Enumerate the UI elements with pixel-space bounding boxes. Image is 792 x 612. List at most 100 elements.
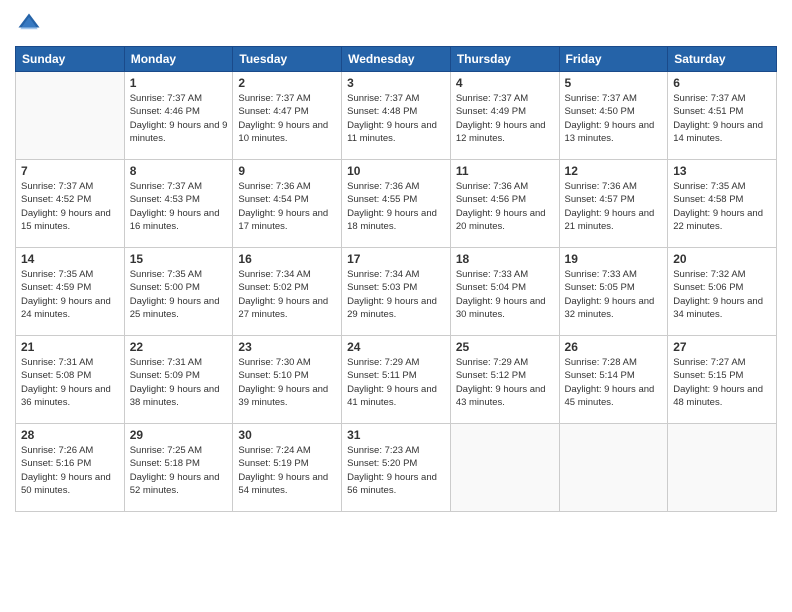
day-info: Sunrise: 7:37 AMSunset: 4:46 PMDaylight:… bbox=[130, 92, 228, 145]
day-info: Sunrise: 7:35 AMSunset: 4:59 PMDaylight:… bbox=[21, 268, 119, 321]
day-info: Sunrise: 7:35 AMSunset: 4:58 PMDaylight:… bbox=[673, 180, 771, 233]
calendar-day-cell: 11 Sunrise: 7:36 AMSunset: 4:56 PMDaylig… bbox=[450, 160, 559, 248]
day-info: Sunrise: 7:23 AMSunset: 5:20 PMDaylight:… bbox=[347, 444, 445, 497]
calendar-day-cell: 30 Sunrise: 7:24 AMSunset: 5:19 PMDaylig… bbox=[233, 424, 342, 512]
day-number: 11 bbox=[456, 164, 554, 178]
day-number: 4 bbox=[456, 76, 554, 90]
calendar-day-cell: 20 Sunrise: 7:32 AMSunset: 5:06 PMDaylig… bbox=[668, 248, 777, 336]
day-info: Sunrise: 7:36 AMSunset: 4:55 PMDaylight:… bbox=[347, 180, 445, 233]
day-number: 29 bbox=[130, 428, 228, 442]
calendar-day-cell: 14 Sunrise: 7:35 AMSunset: 4:59 PMDaylig… bbox=[16, 248, 125, 336]
day-number: 28 bbox=[21, 428, 119, 442]
calendar-day-cell: 6 Sunrise: 7:37 AMSunset: 4:51 PMDayligh… bbox=[668, 72, 777, 160]
page-container: SundayMondayTuesdayWednesdayThursdayFrid… bbox=[0, 0, 792, 612]
calendar-day-cell: 9 Sunrise: 7:36 AMSunset: 4:54 PMDayligh… bbox=[233, 160, 342, 248]
day-info: Sunrise: 7:29 AMSunset: 5:11 PMDaylight:… bbox=[347, 356, 445, 409]
logo-icon bbox=[15, 10, 43, 38]
day-number: 5 bbox=[565, 76, 663, 90]
calendar-day-cell: 21 Sunrise: 7:31 AMSunset: 5:08 PMDaylig… bbox=[16, 336, 125, 424]
day-info: Sunrise: 7:31 AMSunset: 5:09 PMDaylight:… bbox=[130, 356, 228, 409]
calendar-day-header: Thursday bbox=[450, 47, 559, 72]
day-info: Sunrise: 7:30 AMSunset: 5:10 PMDaylight:… bbox=[238, 356, 336, 409]
header bbox=[15, 10, 777, 38]
day-info: Sunrise: 7:34 AMSunset: 5:03 PMDaylight:… bbox=[347, 268, 445, 321]
calendar-day-header: Tuesday bbox=[233, 47, 342, 72]
calendar-day-cell: 7 Sunrise: 7:37 AMSunset: 4:52 PMDayligh… bbox=[16, 160, 125, 248]
calendar-table: SundayMondayTuesdayWednesdayThursdayFrid… bbox=[15, 46, 777, 512]
calendar-week-row: 14 Sunrise: 7:35 AMSunset: 4:59 PMDaylig… bbox=[16, 248, 777, 336]
calendar-day-cell: 23 Sunrise: 7:30 AMSunset: 5:10 PMDaylig… bbox=[233, 336, 342, 424]
calendar-day-cell bbox=[16, 72, 125, 160]
calendar-day-header: Wednesday bbox=[342, 47, 451, 72]
calendar-day-cell: 27 Sunrise: 7:27 AMSunset: 5:15 PMDaylig… bbox=[668, 336, 777, 424]
day-info: Sunrise: 7:28 AMSunset: 5:14 PMDaylight:… bbox=[565, 356, 663, 409]
day-number: 26 bbox=[565, 340, 663, 354]
calendar-week-row: 7 Sunrise: 7:37 AMSunset: 4:52 PMDayligh… bbox=[16, 160, 777, 248]
day-number: 17 bbox=[347, 252, 445, 266]
day-info: Sunrise: 7:37 AMSunset: 4:50 PMDaylight:… bbox=[565, 92, 663, 145]
calendar-week-row: 1 Sunrise: 7:37 AMSunset: 4:46 PMDayligh… bbox=[16, 72, 777, 160]
day-info: Sunrise: 7:34 AMSunset: 5:02 PMDaylight:… bbox=[238, 268, 336, 321]
calendar-day-cell: 4 Sunrise: 7:37 AMSunset: 4:49 PMDayligh… bbox=[450, 72, 559, 160]
day-info: Sunrise: 7:37 AMSunset: 4:49 PMDaylight:… bbox=[456, 92, 554, 145]
day-number: 12 bbox=[565, 164, 663, 178]
calendar-day-cell: 25 Sunrise: 7:29 AMSunset: 5:12 PMDaylig… bbox=[450, 336, 559, 424]
day-number: 22 bbox=[130, 340, 228, 354]
day-info: Sunrise: 7:37 AMSunset: 4:52 PMDaylight:… bbox=[21, 180, 119, 233]
day-info: Sunrise: 7:27 AMSunset: 5:15 PMDaylight:… bbox=[673, 356, 771, 409]
calendar-day-cell: 3 Sunrise: 7:37 AMSunset: 4:48 PMDayligh… bbox=[342, 72, 451, 160]
day-info: Sunrise: 7:37 AMSunset: 4:51 PMDaylight:… bbox=[673, 92, 771, 145]
calendar-day-cell: 1 Sunrise: 7:37 AMSunset: 4:46 PMDayligh… bbox=[124, 72, 233, 160]
day-info: Sunrise: 7:31 AMSunset: 5:08 PMDaylight:… bbox=[21, 356, 119, 409]
calendar-day-cell: 10 Sunrise: 7:36 AMSunset: 4:55 PMDaylig… bbox=[342, 160, 451, 248]
calendar-day-header: Saturday bbox=[668, 47, 777, 72]
calendar-day-cell: 29 Sunrise: 7:25 AMSunset: 5:18 PMDaylig… bbox=[124, 424, 233, 512]
day-info: Sunrise: 7:36 AMSunset: 4:56 PMDaylight:… bbox=[456, 180, 554, 233]
calendar-day-cell: 26 Sunrise: 7:28 AMSunset: 5:14 PMDaylig… bbox=[559, 336, 668, 424]
day-info: Sunrise: 7:37 AMSunset: 4:47 PMDaylight:… bbox=[238, 92, 336, 145]
calendar-header-row: SundayMondayTuesdayWednesdayThursdayFrid… bbox=[16, 47, 777, 72]
calendar-day-cell: 28 Sunrise: 7:26 AMSunset: 5:16 PMDaylig… bbox=[16, 424, 125, 512]
calendar-day-cell: 8 Sunrise: 7:37 AMSunset: 4:53 PMDayligh… bbox=[124, 160, 233, 248]
day-number: 30 bbox=[238, 428, 336, 442]
day-number: 31 bbox=[347, 428, 445, 442]
calendar-day-cell: 24 Sunrise: 7:29 AMSunset: 5:11 PMDaylig… bbox=[342, 336, 451, 424]
calendar-day-cell: 19 Sunrise: 7:33 AMSunset: 5:05 PMDaylig… bbox=[559, 248, 668, 336]
day-info: Sunrise: 7:24 AMSunset: 5:19 PMDaylight:… bbox=[238, 444, 336, 497]
day-info: Sunrise: 7:26 AMSunset: 5:16 PMDaylight:… bbox=[21, 444, 119, 497]
day-number: 2 bbox=[238, 76, 336, 90]
calendar-day-cell bbox=[668, 424, 777, 512]
calendar-week-row: 21 Sunrise: 7:31 AMSunset: 5:08 PMDaylig… bbox=[16, 336, 777, 424]
calendar-day-cell: 31 Sunrise: 7:23 AMSunset: 5:20 PMDaylig… bbox=[342, 424, 451, 512]
day-number: 3 bbox=[347, 76, 445, 90]
day-number: 7 bbox=[21, 164, 119, 178]
day-number: 10 bbox=[347, 164, 445, 178]
day-number: 25 bbox=[456, 340, 554, 354]
day-number: 9 bbox=[238, 164, 336, 178]
calendar-week-row: 28 Sunrise: 7:26 AMSunset: 5:16 PMDaylig… bbox=[16, 424, 777, 512]
calendar-day-cell: 17 Sunrise: 7:34 AMSunset: 5:03 PMDaylig… bbox=[342, 248, 451, 336]
day-number: 8 bbox=[130, 164, 228, 178]
day-number: 27 bbox=[673, 340, 771, 354]
calendar-day-cell: 22 Sunrise: 7:31 AMSunset: 5:09 PMDaylig… bbox=[124, 336, 233, 424]
day-number: 23 bbox=[238, 340, 336, 354]
calendar-day-cell bbox=[450, 424, 559, 512]
day-info: Sunrise: 7:37 AMSunset: 4:48 PMDaylight:… bbox=[347, 92, 445, 145]
day-info: Sunrise: 7:25 AMSunset: 5:18 PMDaylight:… bbox=[130, 444, 228, 497]
day-info: Sunrise: 7:36 AMSunset: 4:57 PMDaylight:… bbox=[565, 180, 663, 233]
day-number: 15 bbox=[130, 252, 228, 266]
calendar-day-cell: 5 Sunrise: 7:37 AMSunset: 4:50 PMDayligh… bbox=[559, 72, 668, 160]
calendar-day-cell: 16 Sunrise: 7:34 AMSunset: 5:02 PMDaylig… bbox=[233, 248, 342, 336]
day-number: 18 bbox=[456, 252, 554, 266]
calendar-day-cell: 18 Sunrise: 7:33 AMSunset: 5:04 PMDaylig… bbox=[450, 248, 559, 336]
calendar-day-cell: 2 Sunrise: 7:37 AMSunset: 4:47 PMDayligh… bbox=[233, 72, 342, 160]
logo bbox=[15, 10, 47, 38]
calendar-day-cell: 13 Sunrise: 7:35 AMSunset: 4:58 PMDaylig… bbox=[668, 160, 777, 248]
calendar-day-header: Friday bbox=[559, 47, 668, 72]
calendar-day-cell: 12 Sunrise: 7:36 AMSunset: 4:57 PMDaylig… bbox=[559, 160, 668, 248]
day-info: Sunrise: 7:33 AMSunset: 5:05 PMDaylight:… bbox=[565, 268, 663, 321]
day-number: 20 bbox=[673, 252, 771, 266]
day-info: Sunrise: 7:29 AMSunset: 5:12 PMDaylight:… bbox=[456, 356, 554, 409]
day-info: Sunrise: 7:37 AMSunset: 4:53 PMDaylight:… bbox=[130, 180, 228, 233]
day-info: Sunrise: 7:36 AMSunset: 4:54 PMDaylight:… bbox=[238, 180, 336, 233]
